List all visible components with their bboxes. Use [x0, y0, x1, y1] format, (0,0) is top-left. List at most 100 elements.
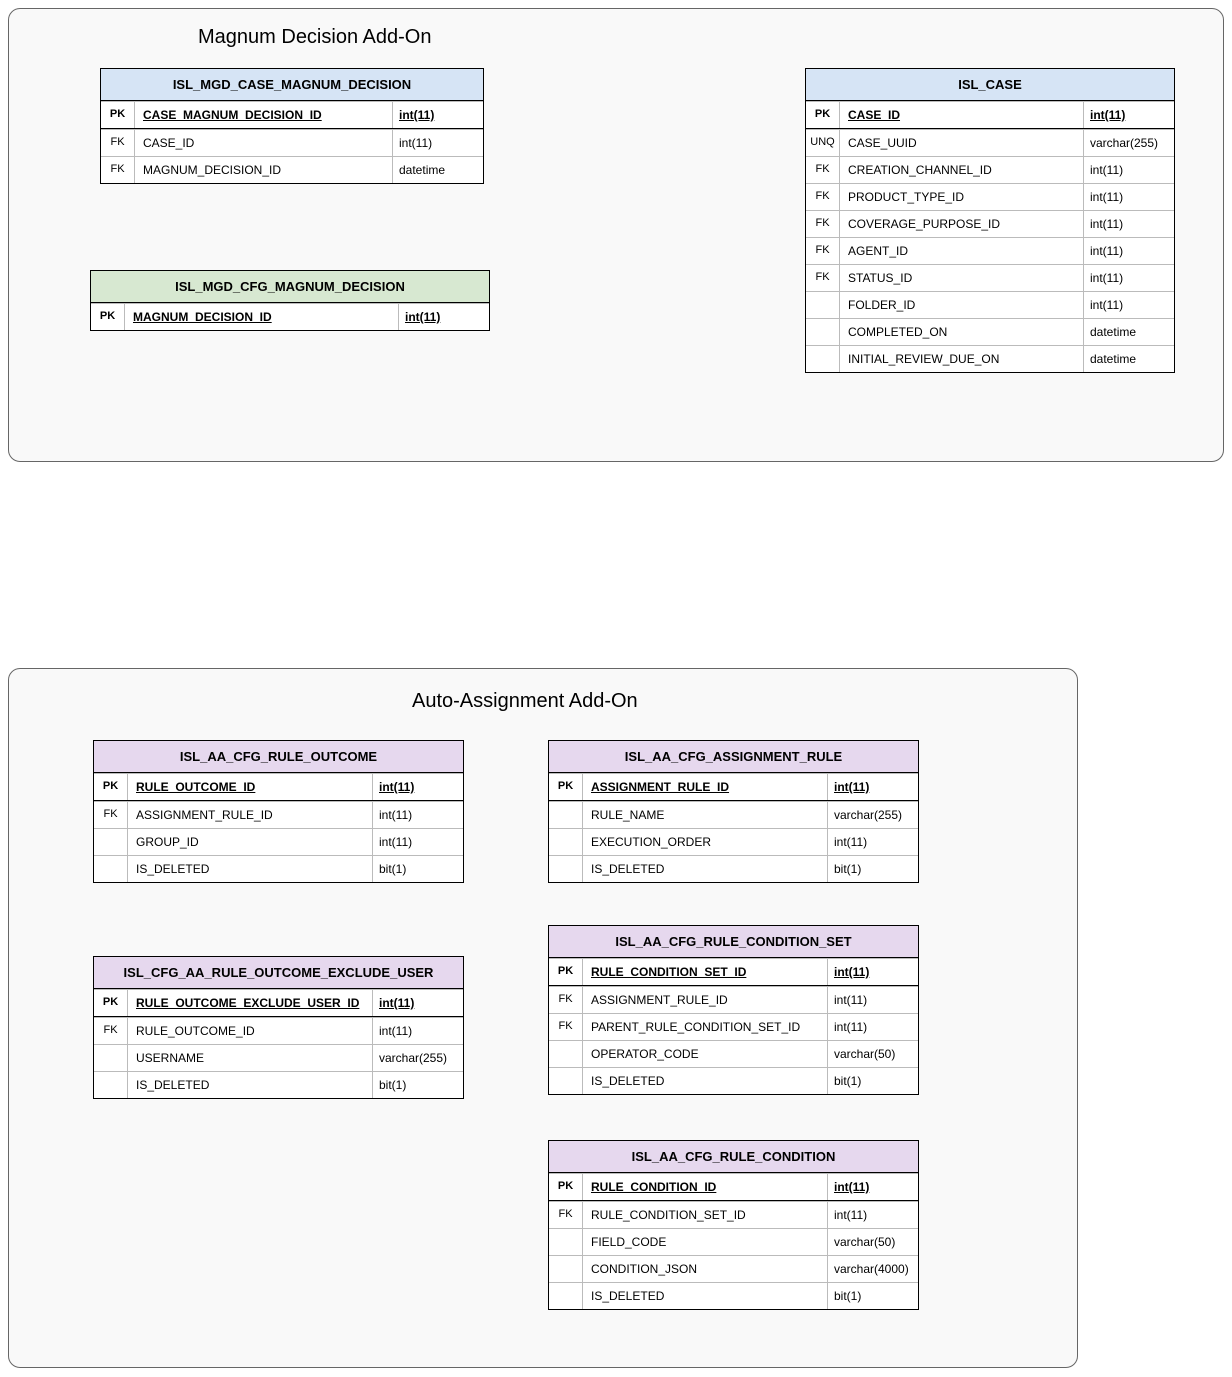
key-label — [549, 1229, 583, 1255]
col-type: int(11) — [1084, 102, 1174, 128]
col-type: int(11) — [828, 1014, 918, 1040]
col-name: RULE_OUTCOME_ID — [128, 774, 373, 800]
entity-cond-header: ISL_AA_CFG_RULE_CONDITION — [549, 1141, 918, 1173]
key-label: UNQ — [806, 130, 840, 156]
key-label: FK — [549, 1014, 583, 1040]
col-name: ASSIGNMENT_RULE_ID — [583, 774, 828, 800]
col-type: varchar(255) — [373, 1045, 463, 1071]
col-type: bit(1) — [373, 1072, 463, 1098]
col-name: RULE_OUTCOME_ID — [128, 1018, 373, 1044]
col-name: OPERATOR_CODE — [583, 1041, 828, 1067]
entity-cfgmd: ISL_MGD_CFG_MAGNUM_DECISION PK MAGNUM_DE… — [90, 270, 490, 331]
col-name: EXECUTION_ORDER — [583, 829, 828, 855]
col-name: ASSIGNMENT_RULE_ID — [583, 987, 828, 1013]
col-type: int(11) — [1084, 157, 1174, 183]
col-type: int(11) — [399, 304, 489, 330]
key-label: PK — [101, 102, 135, 128]
col-name: CREATION_CHANNEL_ID — [840, 157, 1084, 183]
col-type: int(11) — [828, 1174, 918, 1200]
col-type: datetime — [1084, 346, 1174, 372]
key-label — [94, 829, 128, 855]
entity-assignrule-header: ISL_AA_CFG_ASSIGNMENT_RULE — [549, 741, 918, 773]
col-name: CONDITION_JSON — [583, 1256, 828, 1282]
col-name: MAGNUM_DECISION_ID — [135, 157, 393, 183]
col-name: RULE_OUTCOME_EXCLUDE_USER_ID — [128, 990, 373, 1016]
entity-assignrule: ISL_AA_CFG_ASSIGNMENT_RULE PK ASSIGNMENT… — [548, 740, 919, 883]
key-label — [549, 1283, 583, 1309]
col-type: varchar(255) — [1084, 130, 1174, 156]
entity-mcd: ISL_MGD_CASE_MAGNUM_DECISION PK CASE_MAG… — [100, 68, 484, 184]
col-type: int(11) — [828, 959, 918, 985]
entity-exclude-header: ISL_CFG_AA_RULE_OUTCOME_EXCLUDE_USER — [94, 957, 463, 989]
col-type: int(11) — [828, 774, 918, 800]
entity-cfgmd-header: ISL_MGD_CFG_MAGNUM_DECISION — [91, 271, 489, 303]
col-name: MAGNUM_DECISION_ID — [125, 304, 399, 330]
diagram-canvas: Magnum Decision Add-On ISL_MGD_CASE_MAGN… — [0, 0, 1232, 1377]
key-label: FK — [806, 157, 840, 183]
col-name: IS_DELETED — [128, 856, 373, 882]
key-label — [549, 1068, 583, 1094]
key-label: PK — [549, 1174, 583, 1200]
key-label: FK — [549, 1202, 583, 1228]
col-name: RULE_CONDITION_SET_ID — [583, 959, 828, 985]
col-type: datetime — [393, 157, 483, 183]
entity-cond: ISL_AA_CFG_RULE_CONDITION PK RULE_CONDIT… — [548, 1140, 919, 1310]
col-name: PRODUCT_TYPE_ID — [840, 184, 1084, 210]
col-name: GROUP_ID — [128, 829, 373, 855]
col-type: varchar(4000) — [828, 1256, 918, 1282]
col-name: IS_DELETED — [583, 1068, 828, 1094]
col-type: bit(1) — [828, 1283, 918, 1309]
col-type: int(11) — [373, 829, 463, 855]
key-label: PK — [94, 774, 128, 800]
key-label — [806, 346, 840, 372]
entity-case: ISL_CASE PK CASE_ID int(11) UNQCASE_UUID… — [805, 68, 1175, 373]
col-name: STATUS_ID — [840, 265, 1084, 291]
col-name: FOLDER_ID — [840, 292, 1084, 318]
key-label — [94, 856, 128, 882]
key-label: FK — [101, 157, 135, 183]
col-type: int(11) — [828, 1202, 918, 1228]
col-type: bit(1) — [828, 856, 918, 882]
key-label: PK — [549, 774, 583, 800]
entity-mcd-header: ISL_MGD_CASE_MAGNUM_DECISION — [101, 69, 483, 101]
col-name: USERNAME — [128, 1045, 373, 1071]
key-label: FK — [806, 238, 840, 264]
entity-exclude: ISL_CFG_AA_RULE_OUTCOME_EXCLUDE_USER PK … — [93, 956, 464, 1099]
col-type: varchar(255) — [828, 802, 918, 828]
key-label: FK — [549, 987, 583, 1013]
col-name: IS_DELETED — [128, 1072, 373, 1098]
key-label: PK — [549, 959, 583, 985]
entity-condset: ISL_AA_CFG_RULE_CONDITION_SET PK RULE_CO… — [548, 925, 919, 1095]
col-name: PARENT_RULE_CONDITION_SET_ID — [583, 1014, 828, 1040]
key-label — [549, 856, 583, 882]
key-label: PK — [94, 990, 128, 1016]
entity-case-header: ISL_CASE — [806, 69, 1174, 101]
group-magnum-title: Magnum Decision Add-On — [198, 26, 431, 49]
col-name: FIELD_CODE — [583, 1229, 828, 1255]
entity-outcome: ISL_AA_CFG_RULE_OUTCOME PK RULE_OUTCOME_… — [93, 740, 464, 883]
key-label — [94, 1072, 128, 1098]
col-name: IS_DELETED — [583, 1283, 828, 1309]
key-label: FK — [806, 211, 840, 237]
key-label — [549, 1256, 583, 1282]
col-name: ASSIGNMENT_RULE_ID — [128, 802, 373, 828]
key-label: PK — [806, 102, 840, 128]
key-label — [549, 829, 583, 855]
col-name: CASE_ID — [840, 102, 1084, 128]
col-type: int(11) — [1084, 292, 1174, 318]
entity-condset-header: ISL_AA_CFG_RULE_CONDITION_SET — [549, 926, 918, 958]
key-label: FK — [101, 130, 135, 156]
key-label — [94, 1045, 128, 1071]
key-label: FK — [806, 184, 840, 210]
col-type: int(11) — [393, 102, 483, 128]
col-name: CASE_ID — [135, 130, 393, 156]
col-type: int(11) — [1084, 238, 1174, 264]
col-name: COMPLETED_ON — [840, 319, 1084, 345]
col-type: int(11) — [373, 1018, 463, 1044]
col-type: bit(1) — [373, 856, 463, 882]
col-name: AGENT_ID — [840, 238, 1084, 264]
col-type: int(11) — [1084, 184, 1174, 210]
col-type: int(11) — [373, 802, 463, 828]
col-type: datetime — [1084, 319, 1174, 345]
col-name: COVERAGE_PURPOSE_ID — [840, 211, 1084, 237]
